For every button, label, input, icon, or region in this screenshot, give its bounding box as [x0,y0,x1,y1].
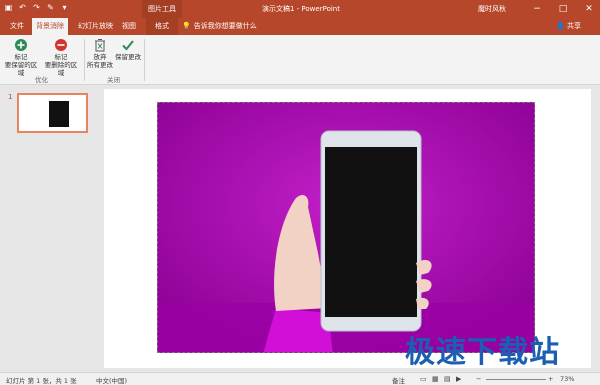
discard-all-changes-button[interactable]: 放弃 所有更改 [86,38,114,69]
keep-changes-button[interactable]: 保留更改 [114,38,142,61]
undo-icon[interactable]: ↶ [18,3,27,13]
tell-me-text: 告诉我你想要做什么 [193,22,257,30]
window-controls: − □ ✕ [530,0,596,18]
tab-format[interactable]: 格式 [146,18,178,35]
format-painter-icon[interactable]: ✎ [46,3,55,13]
close-button[interactable]: ✕ [582,4,596,14]
slide-thumbnail-panel: 1 [0,85,100,372]
discard-label2: 所有更改 [87,61,113,69]
ribbon-tabs: 文件 背景消除 幻灯片放映 视图 格式 💡 告诉我你想要做什么 👤 共享 [0,18,600,35]
zoom-out-icon[interactable]: − [476,375,481,383]
maximize-button[interactable]: □ [556,4,570,14]
discard-label1: 放弃 [93,53,107,61]
tab-view[interactable]: 视图 [118,18,140,35]
reading-view-icon[interactable]: ▤ [444,375,451,383]
mark-keep-label2: 要保留的区域 [4,61,38,77]
context-tools-label: 图片工具 [142,0,182,18]
save-icon[interactable]: ▣ [4,3,13,13]
title-bar: ▣ ↶ ↷ ✎ ▾ 图片工具 演示文稿1 - PowerPoint 魔时风秋 −… [0,0,600,18]
mark-remove-label1: 标记 [54,53,68,61]
notes-button[interactable]: 备注 [392,375,405,385]
ribbon-panel: 标记 要保留的区域 标记 要删除的区域 放弃 所有更改 保留更改 优化 关闭 [0,35,600,85]
site-watermark: 极速下载站 [405,335,560,370]
mark-keep-label1: 标记 [14,53,28,61]
checkmark-icon [121,38,135,52]
phone-in-hand-image [158,103,534,352]
language-indicator[interactable]: 中文(中国) [96,375,127,385]
normal-view-icon[interactable]: ▭ [420,375,427,383]
slide-thumbnail[interactable] [17,93,88,133]
zoom-slider[interactable] [486,379,546,380]
minimize-button[interactable]: − [530,4,544,14]
tab-slideshow[interactable]: 幻灯片放映 [74,18,117,35]
slide-sorter-icon[interactable]: ▦ [432,375,439,383]
document-title: 演示文稿1 - PowerPoint [262,5,340,13]
group-separator [144,39,145,81]
thumbnail-phone-image [49,101,69,127]
user-name[interactable]: 魔时风秋 [478,0,506,18]
background-removal-image[interactable] [157,102,535,353]
slide-number: 1 [8,93,13,101]
slideshow-icon[interactable]: ▶ [456,375,461,383]
mark-keep-button[interactable]: 标记 要保留的区域 [3,38,39,77]
customize-qat-icon[interactable]: ▾ [60,3,69,13]
redo-icon[interactable]: ↷ [32,3,41,13]
zoom-level[interactable]: 73% [560,375,574,383]
tell-me-box[interactable]: 💡 告诉我你想要做什么 [182,18,257,35]
mark-remove-button[interactable]: 标记 要删除的区域 [42,38,80,77]
group-separator [84,39,85,81]
quick-access-toolbar: ▣ ↶ ↷ ✎ ▾ [4,3,69,13]
share-button[interactable]: 👤 共享 [556,18,581,35]
group-label-optimize: 优化 [35,76,48,84]
group-label-close: 关闭 [107,76,120,84]
minus-circle-icon [54,38,68,52]
slide-count: 幻灯片 第 1 张，共 1 张 [6,377,77,385]
share-icon: 👤 [556,22,565,30]
keep-changes-label: 保留更改 [115,53,141,61]
tab-file[interactable]: 文件 [6,18,28,35]
discard-icon [93,38,107,52]
zoom-in-icon[interactable]: + [548,375,553,383]
status-bar: 幻灯片 第 1 张，共 1 张 中文(中国) 备注 ▭ ▦ ▤ ▶ − + 73… [0,372,600,385]
lightbulb-icon: 💡 [182,22,191,30]
tab-background-removal[interactable]: 背景消除 [32,18,68,35]
share-label: 共享 [566,22,581,30]
plus-circle-icon [14,38,28,52]
